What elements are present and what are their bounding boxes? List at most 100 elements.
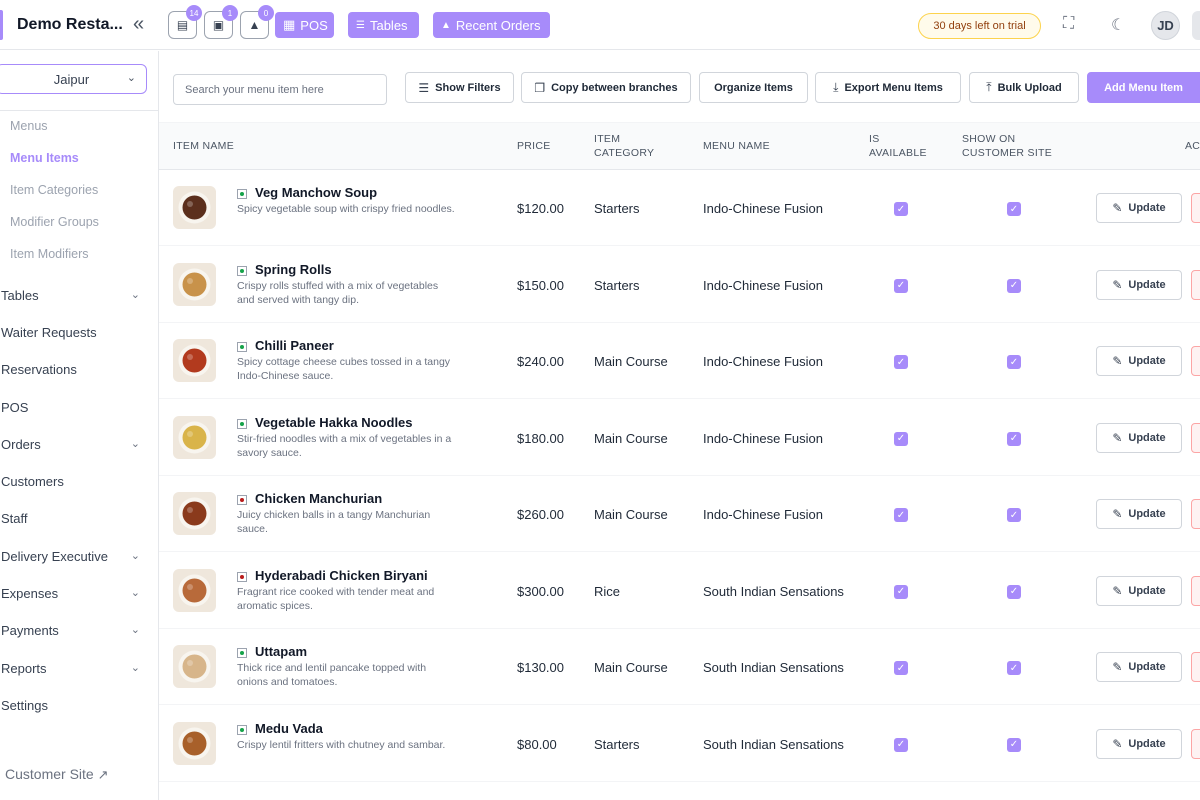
delete-button[interactable] — [1191, 652, 1200, 682]
is-available-checkbox[interactable]: ✓ — [894, 355, 908, 369]
edit-icon: ✎ — [1112, 583, 1123, 598]
collapse-sidebar-icon[interactable]: « — [133, 13, 144, 36]
export-menu-items-button[interactable]: ⤓ Export Menu Items — [815, 72, 961, 103]
copy-branches-button[interactable]: ❐ Copy between branches — [521, 72, 691, 103]
show-on-site-checkbox[interactable]: ✓ — [1007, 661, 1021, 675]
sidebar-item-pos[interactable]: POS — [1, 400, 151, 415]
is-available-checkbox[interactable]: ✓ — [894, 278, 908, 293]
item-description: Thick rice and lentil pancake topped wit… — [237, 662, 427, 688]
sidebar-item-modifier-groups[interactable]: Modifier Groups — [10, 215, 99, 229]
delete-button[interactable] — [1191, 193, 1200, 223]
add-menu-item-button[interactable]: Add Menu Item — [1087, 72, 1200, 103]
delete-button[interactable] — [1191, 346, 1200, 376]
bulk-upload-button[interactable]: ⤒ Bulk Upload — [969, 72, 1079, 103]
brand-name[interactable]: Demo Resta... — [17, 16, 123, 34]
sidebar-item-orders[interactable]: Orders ⌄ — [1, 437, 151, 452]
header-show-line2: CUSTOMER SITE — [962, 147, 1053, 159]
user-avatar[interactable]: JD — [1151, 11, 1180, 40]
is-available-checkbox[interactable]: ✓ — [894, 584, 908, 599]
sidebar-item-reports[interactable]: Reports ⌄ — [1, 661, 151, 676]
dark-mode-icon[interactable]: ☾ — [1111, 15, 1125, 35]
recent-orders-button[interactable]: ▲ Recent Orders — [433, 12, 550, 38]
edit-icon: ✎ — [1112, 354, 1123, 368]
recent-orders-label: Recent Orders — [455, 17, 541, 33]
pos-button[interactable]: ▦ POS — [275, 12, 334, 38]
search-input[interactable] — [173, 74, 387, 105]
veg-indicator-icon — [237, 342, 247, 352]
header-show-customer-site[interactable]: SHOW ON CUSTOMER SITE — [962, 132, 1052, 160]
item-description: Fragrant rice cooked with tender meat an… — [237, 585, 435, 612]
show-on-site-checkbox[interactable]: ✓ — [1007, 278, 1021, 293]
branch-value: Jaipur — [53, 71, 90, 87]
sidebar-item-delivery-executive[interactable]: Delivery Executive ⌄ — [1, 549, 151, 564]
organize-items-button[interactable]: Organize Items — [699, 72, 808, 103]
waiter-button[interactable]: ▲ 0 — [240, 5, 274, 39]
reservations-button[interactable]: ▣ 1 — [204, 5, 238, 39]
item-category: Main Course — [594, 660, 668, 675]
sidebar-item-reservations[interactable]: Reservations — [1, 362, 151, 377]
delete-button[interactable] — [1191, 499, 1200, 529]
delete-button[interactable] — [1191, 575, 1200, 606]
item-thumbnail — [173, 492, 216, 535]
sidebar-item-payments[interactable]: Payments ⌄ — [1, 623, 151, 638]
update-button[interactable]: ✎ Update — [1096, 422, 1182, 453]
pos-icon: ▦ — [283, 17, 296, 32]
item-category: Starters — [594, 277, 640, 293]
sidebar-item-item-modifiers[interactable]: Item Modifiers — [10, 247, 89, 261]
item-thumbnail — [173, 721, 216, 765]
delete-button[interactable] — [1191, 728, 1200, 759]
show-on-site-checkbox[interactable]: ✓ — [1007, 508, 1021, 522]
update-button[interactable]: ✎ Update — [1096, 575, 1182, 606]
sidebar-item-label: Orders — [1, 437, 41, 452]
branch-select[interactable]: Jaipur ⌄ — [0, 64, 147, 94]
edit-icon: ✎ — [1112, 736, 1123, 751]
update-button[interactable]: ✎ Update — [1096, 269, 1182, 300]
update-button[interactable]: ✎ Update — [1096, 652, 1182, 682]
sidebar-item-menus[interactable]: Menus — [10, 119, 48, 133]
is-available-checkbox[interactable]: ✓ — [894, 737, 908, 752]
table-row: Chicken Manchurian Juicy chicken balls in… — [159, 476, 1200, 552]
header-is-available-line1: IS — [869, 133, 880, 145]
item-name: Uttapam — [255, 644, 308, 659]
customer-site-link[interactable]: Customer Site ↗ — [5, 766, 109, 783]
tables-button[interactable]: ☰ Tables — [348, 12, 419, 38]
sidebar-item-settings[interactable]: Settings — [1, 698, 151, 713]
sidebar-item-menu-items[interactable]: Menu Items — [10, 151, 79, 165]
nonveg-indicator-icon — [237, 495, 247, 505]
show-on-site-checkbox[interactable]: ✓ — [1007, 431, 1021, 446]
show-on-site-checkbox[interactable]: ✓ — [1007, 737, 1021, 752]
language-toggle-edge[interactable] — [1192, 11, 1200, 40]
update-button[interactable]: ✎ Update — [1096, 499, 1182, 529]
orders-button[interactable]: ▤ 14 — [168, 5, 202, 39]
header-price[interactable]: PRICE — [517, 139, 551, 153]
show-on-site-checkbox[interactable]: ✓ — [1007, 584, 1021, 599]
update-button[interactable]: ✎ Update — [1096, 728, 1182, 759]
show-on-site-checkbox[interactable]: ✓ — [1007, 202, 1021, 216]
fullscreen-icon[interactable]: ⛶ — [1063, 15, 1074, 33]
sidebar-item-tables[interactable]: Tables ⌄ — [1, 288, 151, 303]
header-menu-name[interactable]: MENU NAME — [703, 139, 770, 153]
sidebar-item-item-categories[interactable]: Item Categories — [10, 183, 98, 197]
is-available-checkbox[interactable]: ✓ — [894, 431, 908, 446]
is-available-checkbox[interactable]: ✓ — [894, 508, 908, 522]
menu-name: Indo-Chinese Fusion — [703, 201, 823, 216]
update-button[interactable]: ✎ Update — [1096, 193, 1182, 223]
sidebar-item-staff[interactable]: Staff — [1, 511, 151, 526]
show-filters-button[interactable]: ☰ Show Filters — [405, 72, 514, 103]
tables-icon: ☰ — [356, 19, 365, 31]
delete-button[interactable] — [1191, 269, 1200, 300]
delete-button[interactable] — [1191, 422, 1200, 453]
sidebar-item-waiter-requests[interactable]: Waiter Requests — [1, 325, 151, 340]
header-item-name[interactable]: ITEM NAME — [173, 139, 234, 153]
is-available-checkbox[interactable]: ✓ — [894, 661, 908, 675]
item-name: Medu Vada — [255, 720, 323, 736]
update-label: Update — [1128, 584, 1166, 597]
is-available-checkbox[interactable]: ✓ — [894, 202, 908, 216]
show-on-site-checkbox[interactable]: ✓ — [1007, 355, 1021, 369]
item-thumbnail — [173, 568, 216, 612]
header-item-category[interactable]: ITEM CATEGORY — [594, 132, 654, 160]
sidebar-item-expenses[interactable]: Expenses ⌄ — [1, 586, 151, 601]
update-button[interactable]: ✎ Update — [1096, 346, 1182, 376]
sidebar-item-customers[interactable]: Customers — [1, 474, 151, 489]
header-is-available[interactable]: IS AVAILABLE — [869, 132, 927, 160]
